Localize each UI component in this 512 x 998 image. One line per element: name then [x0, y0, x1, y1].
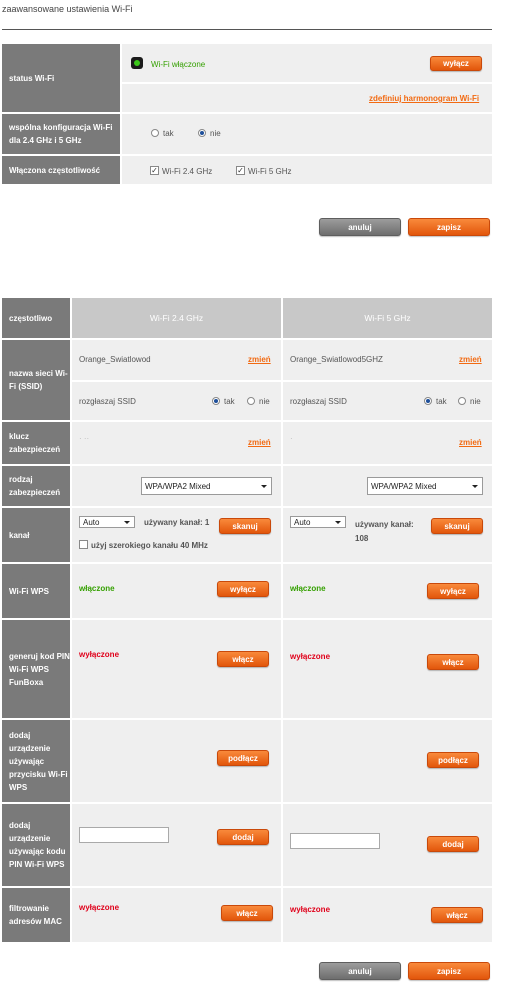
add-5-button[interactable]: dodaj [427, 836, 479, 852]
page-title: zaawansowane ustawienia Wi-Fi [2, 4, 133, 14]
pin-24-on-button[interactable]: włącz [217, 651, 269, 667]
wide-channel-checkbox[interactable] [79, 540, 88, 549]
broadcast-5-yes-radio[interactable] [424, 397, 432, 405]
broadcast-24-no-label: nie [259, 397, 270, 406]
key-5-change-link[interactable]: zmień [459, 438, 482, 447]
band-24-header: Wi-Fi 2.4 GHz [72, 298, 281, 338]
wps-5-status: włączone [290, 584, 326, 593]
mac-5-status: wyłączone [290, 905, 331, 914]
scan-5-button[interactable]: skanuj [431, 518, 483, 534]
broadcast-24-no-radio[interactable] [247, 397, 255, 405]
ssid-5-value: Orange_Swiatlowod5GHZ [290, 355, 383, 364]
add-via-pin-label: dodaj urządzenie używając kodu PIN Wi-Fi… [2, 804, 70, 886]
generate-pin-label: generuj kod PIN Wi-Fi WPS FunBoxa [2, 620, 70, 718]
chevron-down-icon [261, 484, 267, 488]
broadcast-24-yes-radio[interactable] [212, 397, 220, 405]
save-button[interactable]: zapisz [408, 218, 490, 236]
wifi-status-text: Wi-Fi włączone [151, 60, 206, 69]
broadcast-24-yes-label: tak [224, 397, 235, 406]
channel-24-select[interactable]: Auto [79, 516, 135, 528]
shared-config-yes-radio[interactable] [151, 129, 159, 137]
add-via-button-label: dodaj urządzenie używając przycisku Wi-F… [2, 720, 70, 802]
wps-24-status: włączone [79, 584, 115, 593]
chevron-down-icon [472, 484, 478, 488]
broadcast-5-no-radio[interactable] [458, 397, 466, 405]
frequency-header-label: częstotliwo [2, 298, 70, 338]
ssid-label: nazwa sieci Wi-Fi (SSID) [2, 340, 70, 420]
ssid-24-value: Orange_Swiatlowod [79, 355, 151, 364]
mac-24-on-button[interactable]: włącz [221, 905, 273, 921]
key-24-change-link[interactable]: zmień [248, 438, 271, 447]
freq-24-label: Wi-Fi 2.4 GHz [162, 167, 213, 176]
wps-5-off-button[interactable]: wyłącz [427, 583, 479, 599]
shared-config-no-radio[interactable] [198, 129, 206, 137]
security-type-24-select[interactable]: WPA/WPA2 Mixed [141, 477, 272, 495]
broadcast-24-label: rozgłaszaj SSID [79, 397, 136, 406]
pin-24-cell [72, 620, 281, 718]
channel-24-used: używany kanał: 1 [144, 518, 210, 527]
chevron-down-icon [335, 520, 341, 524]
broadcast-5-label: rozgłaszaj SSID [290, 397, 347, 406]
freq-24-checkbox[interactable]: ✓ [150, 166, 159, 175]
ssid-24-change-link[interactable]: zmień [248, 355, 271, 364]
scan-24-button[interactable]: skanuj [219, 518, 271, 534]
channel-5-used: używany kanał: 108 [355, 520, 414, 543]
cancel-button[interactable]: anuluj [319, 218, 401, 236]
pin-5-on-button[interactable]: włącz [427, 654, 479, 670]
chevron-down-icon [124, 520, 130, 524]
wifi-on-indicator-icon [131, 57, 143, 69]
mac-filter-label: filtrowanie adresów MAC [2, 888, 70, 942]
connect-5-button[interactable]: podłącz [427, 752, 479, 768]
pin-5-status: wyłączone [290, 652, 331, 661]
pin-24-input[interactable] [79, 827, 169, 843]
wifi-off-button[interactable]: wyłącz [430, 56, 482, 71]
key-24-masked: · ·· [79, 434, 90, 443]
wps-24-off-button[interactable]: wyłącz [217, 581, 269, 597]
security-type-5-select[interactable]: WPA/WPA2 Mixed [367, 477, 483, 495]
pin-5-input[interactable] [290, 833, 380, 849]
channel-label: kanał [2, 508, 70, 562]
wps-label: Wi-Fi WPS [2, 564, 70, 618]
ssid-5-change-link[interactable]: zmień [459, 355, 482, 364]
title-divider [2, 29, 492, 30]
add-24-button[interactable]: dodaj [217, 829, 269, 845]
addpin-24-cell [72, 804, 281, 886]
mac-5-on-button[interactable]: włącz [431, 907, 483, 923]
shared-config-label: wspólna konfiguracja Wi-Fi dla 2.4 GHz i… [2, 114, 120, 154]
security-type-label: rodzaj zabezpieczeń [2, 466, 70, 506]
pin-24-status: wyłączone [79, 650, 120, 659]
channel-5-select[interactable]: Auto [290, 516, 346, 528]
cancel-button-bottom[interactable]: anuluj [319, 962, 401, 980]
broadcast-5-no-label: nie [470, 397, 481, 406]
band-5-header: Wi-Fi 5 GHz [283, 298, 492, 338]
save-button-bottom[interactable]: zapisz [408, 962, 490, 980]
frequency-label: Włączona częstotliwość [2, 156, 120, 184]
mac-24-status: wyłączone [79, 903, 120, 912]
wide-channel-label: użyj szerokiego kanału 40 MHz [91, 541, 208, 550]
status-wifi-label: status Wi-Fi [2, 44, 120, 112]
shared-config-no-label: nie [210, 129, 221, 138]
key-5-masked: · [290, 434, 293, 443]
freq-5-checkbox[interactable]: ✓ [236, 166, 245, 175]
security-key-label: klucz zabezpieczeń [2, 422, 70, 464]
connect-24-button[interactable]: podłącz [217, 750, 269, 766]
shared-config-yes-label: tak [163, 129, 174, 138]
broadcast-5-yes-label: tak [436, 397, 447, 406]
shared-config-cell [122, 114, 492, 154]
schedule-link[interactable]: zdefiniuj harmonogram Wi-Fi [369, 94, 479, 103]
freq-5-label: Wi-Fi 5 GHz [248, 167, 292, 176]
